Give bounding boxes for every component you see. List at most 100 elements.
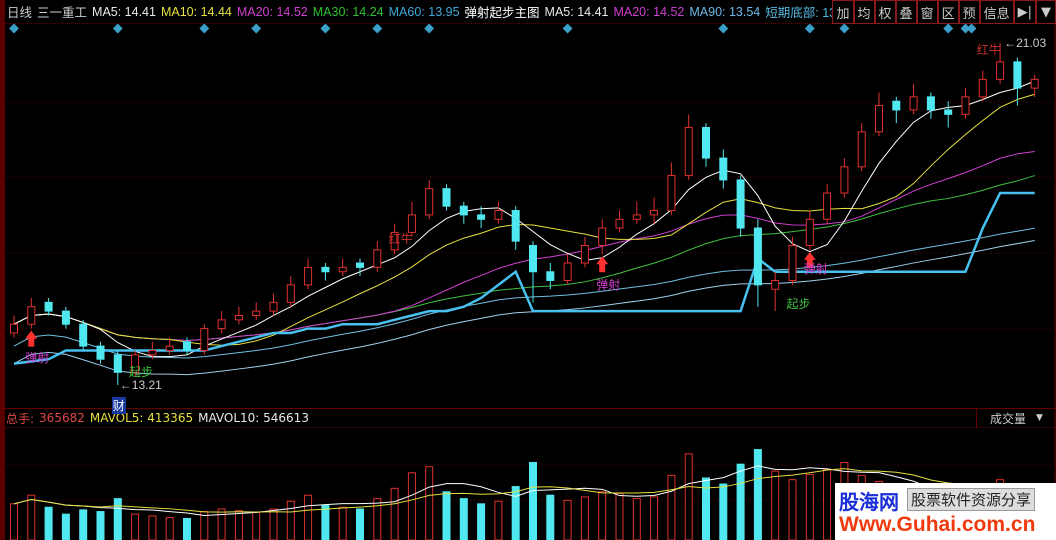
candle-down <box>892 100 901 111</box>
volume-bar <box>615 492 624 540</box>
candle-up <box>788 245 797 281</box>
watermark-url: Www.Guhai.com.cn <box>839 513 1036 536</box>
volume-bar <box>563 499 572 540</box>
volume-indicator-label: 成交量 <box>990 411 1027 426</box>
low-price-label: ←13.21 <box>120 378 162 392</box>
total-volume-value: 365682 <box>39 411 85 425</box>
menu-dropdown-icon[interactable]: ▼ <box>1036 0 1056 24</box>
add-button[interactable]: 加 <box>832 0 854 24</box>
ind-ma90-value: MA90: 13.54 <box>689 4 761 19</box>
candle-up <box>269 301 278 312</box>
forecast-button[interactable]: 预 <box>958 0 980 24</box>
candle-down <box>442 188 451 207</box>
signal-annotation: 起步 <box>129 364 154 379</box>
volume-bar <box>407 472 416 540</box>
signal-marker-icon <box>966 23 977 34</box>
candle-up <box>286 284 295 303</box>
signal-marker-icon <box>112 23 123 34</box>
volume-bar <box>61 513 70 540</box>
mavol10-value: MAVOL10: 546613 <box>198 411 309 425</box>
volume-bar <box>304 494 313 540</box>
period-label[interactable]: 日线 <box>7 2 32 21</box>
volume-bar <box>771 470 780 540</box>
candle-down <box>944 109 953 115</box>
candle-down <box>511 210 520 242</box>
candle-down <box>702 126 710 159</box>
candle-up <box>1030 78 1039 89</box>
candle-up <box>27 306 36 325</box>
candle-up <box>234 314 243 321</box>
ma90-line <box>13 240 1035 376</box>
watermark-logo: 股海网 股票软件资源分享 Www.Guhai.com.cn <box>835 483 1056 540</box>
indicator-name[interactable]: 弹射起步主图 <box>465 2 540 21</box>
volume-bar <box>494 500 503 540</box>
range-button[interactable]: 区 <box>937 0 959 24</box>
rights-button[interactable]: 权 <box>874 0 896 24</box>
volume-bar <box>598 491 607 540</box>
candle-down <box>477 214 486 220</box>
signal-marker-icon <box>804 23 815 34</box>
signal-annotation: 起步 <box>786 296 811 311</box>
candle-up <box>996 61 1005 80</box>
candle-up <box>217 319 226 330</box>
volume-bar <box>632 498 641 540</box>
volume-bar <box>390 487 399 540</box>
volume-indicator-select[interactable]: 成交量 ▼ <box>976 408 1056 428</box>
volume-bar <box>96 511 105 540</box>
watermark-name: 股海网 <box>839 490 899 514</box>
window-button[interactable]: 窗 <box>916 0 938 24</box>
ind-ma20-value: MA20: 14.52 <box>613 4 685 19</box>
volume-bar <box>788 479 797 540</box>
candle-down <box>926 96 935 111</box>
stock-name: 三一重工 <box>37 6 88 20</box>
volume-bar <box>113 498 122 540</box>
candle-up <box>840 166 849 194</box>
overlay-button[interactable]: 叠 <box>895 0 917 24</box>
candle-up <box>667 175 676 212</box>
signal-annotation: 弹射 <box>596 278 621 293</box>
candle-down <box>753 227 762 286</box>
candle-up <box>598 227 607 247</box>
candle-up <box>563 262 572 281</box>
signal-annotation: 财 <box>111 397 126 414</box>
volume-bar <box>477 503 486 540</box>
info-button[interactable]: 信息 <box>979 0 1014 24</box>
volume-bar <box>183 517 191 540</box>
signal-marker-icon <box>839 23 850 34</box>
ma30-line <box>13 175 1035 342</box>
signal-marker-icon <box>251 23 262 34</box>
expand-icon[interactable]: ▶| <box>1013 0 1036 24</box>
volume-bar <box>44 506 53 540</box>
candle-up <box>148 349 157 356</box>
short-term-bottom-line <box>13 191 1035 365</box>
ma10-value: MA10: 14.44 <box>160 4 232 19</box>
candle-up <box>165 345 174 351</box>
signal-marker-icon <box>424 23 435 34</box>
signal-marker-icon <box>320 23 331 34</box>
volume-bar <box>650 496 659 540</box>
left-axis-bar <box>0 0 5 540</box>
signal-arrow-up-icon <box>25 330 38 347</box>
candle-up <box>632 214 641 220</box>
candle-down <box>96 345 105 360</box>
volume-bar <box>736 463 745 540</box>
volume-bar <box>321 505 330 540</box>
price-chart[interactable]: ←13.21 ←21.03 <box>0 0 1056 540</box>
volume-bar <box>753 449 762 540</box>
candle-down <box>736 179 745 229</box>
candle-down <box>61 310 70 325</box>
watermark-slogan: 股票软件资源分享 <box>907 488 1036 511</box>
candle-up <box>875 105 883 133</box>
candle-up <box>823 192 832 220</box>
candle-down <box>113 354 122 373</box>
average-button[interactable]: 均 <box>853 0 875 24</box>
volume-bar <box>217 508 226 540</box>
volume-bar <box>269 508 278 540</box>
volume-bar <box>459 498 468 540</box>
total-volume-label: 总手: <box>6 411 35 426</box>
candle-down <box>719 157 728 181</box>
ma5-value: MA5: 14.41 <box>92 4 156 19</box>
candle-up <box>200 328 209 351</box>
candle-down <box>356 262 364 268</box>
candle-up <box>10 323 18 334</box>
